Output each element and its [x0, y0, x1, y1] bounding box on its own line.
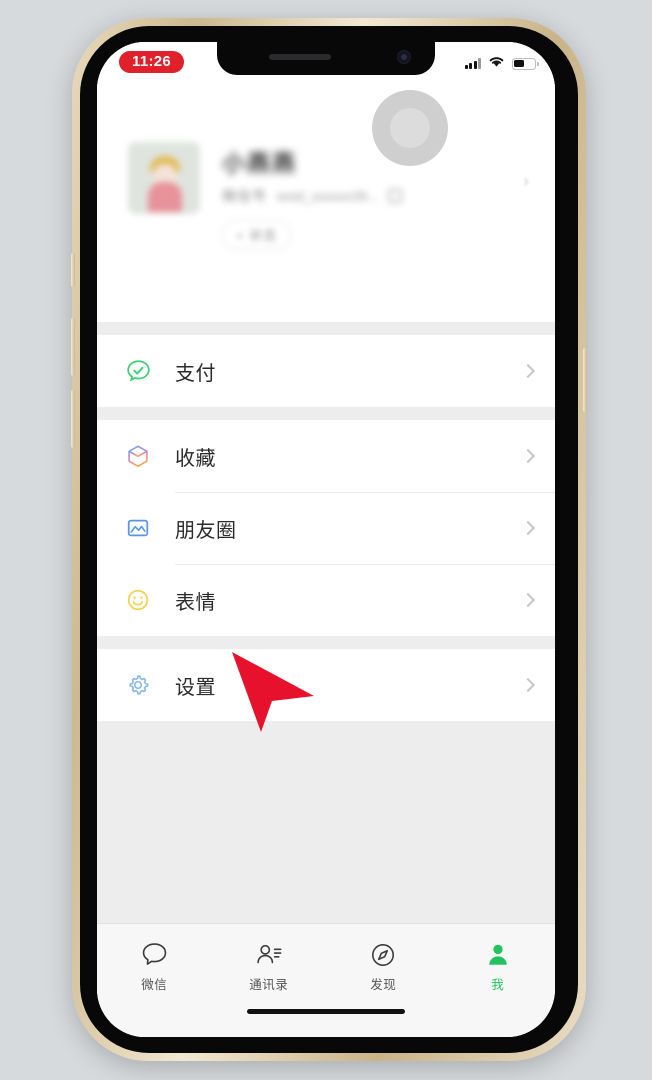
- front-camera: [397, 50, 411, 64]
- qr-code-icon[interactable]: [388, 189, 403, 203]
- menu-group-payment: 支付: [97, 335, 555, 407]
- avatar[interactable]: [128, 142, 200, 214]
- section-gap: [97, 407, 555, 420]
- wechat-me-page: 小燕燕 微信号 wxid_xxxxxx39... + 状态 › 支付 收藏 朋友…: [97, 42, 555, 1037]
- menu-item-label: 设置: [175, 676, 216, 699]
- chevron-right-icon: ›: [523, 171, 529, 190]
- moments-photo-icon: [123, 513, 153, 543]
- phone-screen: 11:26 小燕燕 微信号 wxid_xxxxxx39... + 状态 › 支付…: [97, 42, 555, 1037]
- chevron-right-icon: [520, 677, 536, 693]
- wifi-icon: [487, 54, 506, 73]
- battery-icon: [512, 57, 539, 70]
- status-badge[interactable]: + 状态: [222, 220, 292, 249]
- volume-up-button[interactable]: [71, 318, 75, 376]
- earpiece-speaker: [269, 54, 331, 60]
- menu-item-moments[interactable]: 朋友圈: [97, 492, 555, 564]
- menu-item-stickers[interactable]: 表情: [97, 564, 555, 636]
- contacts-icon: [254, 941, 284, 969]
- menu-group-settings: 设置: [97, 649, 555, 721]
- tab-label: 发现: [370, 977, 397, 992]
- cellular-signal-icon: [464, 58, 481, 69]
- menu-group-content: 收藏 朋友圈 表情: [97, 420, 555, 636]
- menu-item-pay[interactable]: 支付: [97, 335, 555, 407]
- chat-bubble-icon: [141, 941, 168, 969]
- chevron-right-icon: [520, 592, 536, 608]
- menu-item-label: 表情: [175, 591, 216, 614]
- screen-recording-bubble[interactable]: [372, 90, 448, 166]
- wechat-id-value: wxid_xxxxxx39...: [277, 188, 379, 204]
- tab-label: 我: [491, 977, 505, 992]
- section-gap: [97, 636, 555, 649]
- menu-item-label: 支付: [175, 362, 216, 385]
- chevron-right-icon: [520, 363, 536, 379]
- person-icon: [485, 941, 511, 969]
- stickers-smiley-icon: [123, 585, 153, 615]
- tab-discover[interactable]: 发现: [326, 924, 441, 1003]
- bottom-tab-bar: 微信 通讯录 发现 我: [97, 923, 555, 1003]
- compass-icon: [370, 941, 396, 969]
- home-indicator-bar[interactable]: [247, 1009, 405, 1014]
- volume-down-button[interactable]: [71, 390, 75, 448]
- tab-me[interactable]: 我: [441, 924, 556, 1003]
- profile-text-block: 小燕燕 微信号 wxid_xxxxxx39... + 状态: [222, 142, 555, 322]
- page-scroll-area[interactable]: 小燕燕 微信号 wxid_xxxxxx39... + 状态 › 支付 收藏 朋友…: [97, 42, 555, 923]
- tab-contacts[interactable]: 通讯录: [212, 924, 327, 1003]
- profile-name: 小燕燕: [222, 150, 297, 176]
- wechat-pay-icon: [123, 356, 153, 386]
- section-gap: [97, 322, 555, 335]
- mute-switch[interactable]: [71, 253, 75, 287]
- chevron-right-icon: [520, 448, 536, 464]
- favorites-cube-icon: [123, 441, 153, 471]
- chevron-right-icon: [520, 520, 536, 536]
- tab-wechat[interactable]: 微信: [97, 924, 212, 1003]
- profile-wechat-id-row: 微信号 wxid_xxxxxx39...: [222, 186, 555, 206]
- wechat-id-label: 微信号: [222, 188, 267, 204]
- tab-label: 微信: [141, 977, 168, 992]
- home-indicator-area: [97, 1003, 555, 1037]
- menu-item-settings[interactable]: 设置: [97, 649, 555, 721]
- display-notch: [217, 42, 435, 75]
- menu-item-favorites[interactable]: 收藏: [97, 420, 555, 492]
- profile-card[interactable]: 小燕燕 微信号 wxid_xxxxxx39... + 状态 ›: [97, 42, 555, 322]
- menu-item-label: 朋友圈: [175, 519, 237, 542]
- power-button[interactable]: [583, 348, 587, 412]
- status-indicators: [464, 54, 539, 73]
- settings-gear-icon: [123, 670, 153, 700]
- tab-label: 通讯录: [249, 977, 289, 992]
- status-time-recording-pill[interactable]: 11:26: [119, 51, 185, 73]
- menu-item-label: 收藏: [175, 447, 216, 470]
